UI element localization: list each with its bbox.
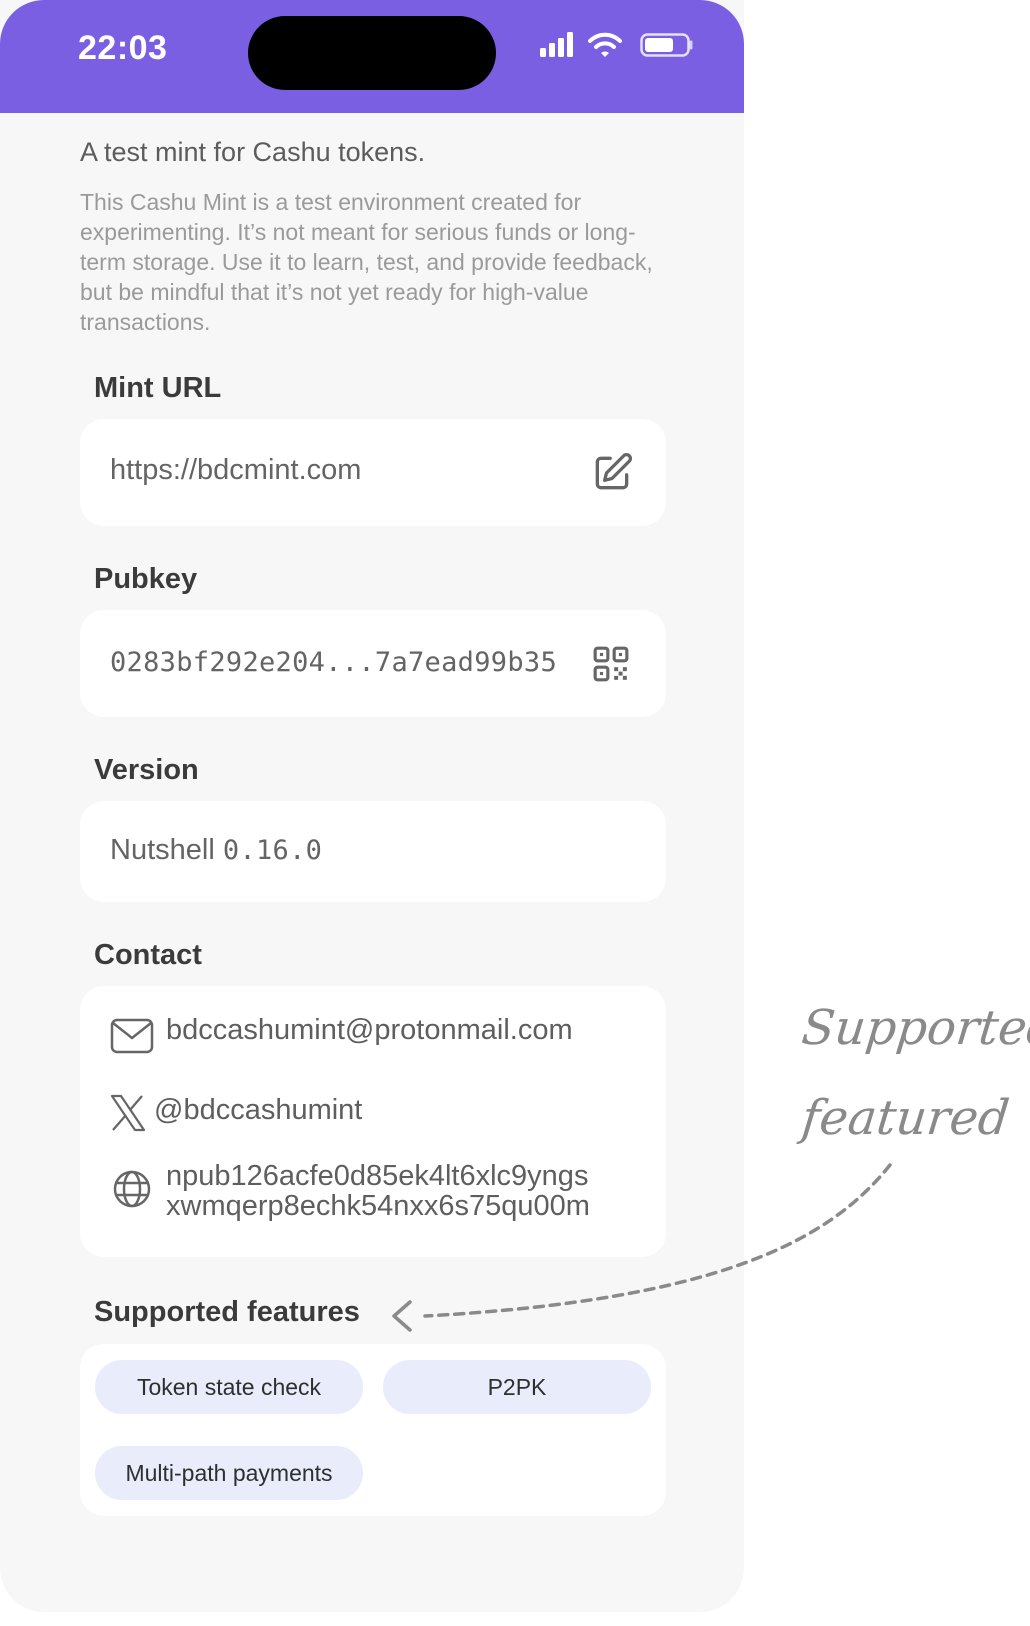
annotation-arrow (392, 1163, 892, 1332)
